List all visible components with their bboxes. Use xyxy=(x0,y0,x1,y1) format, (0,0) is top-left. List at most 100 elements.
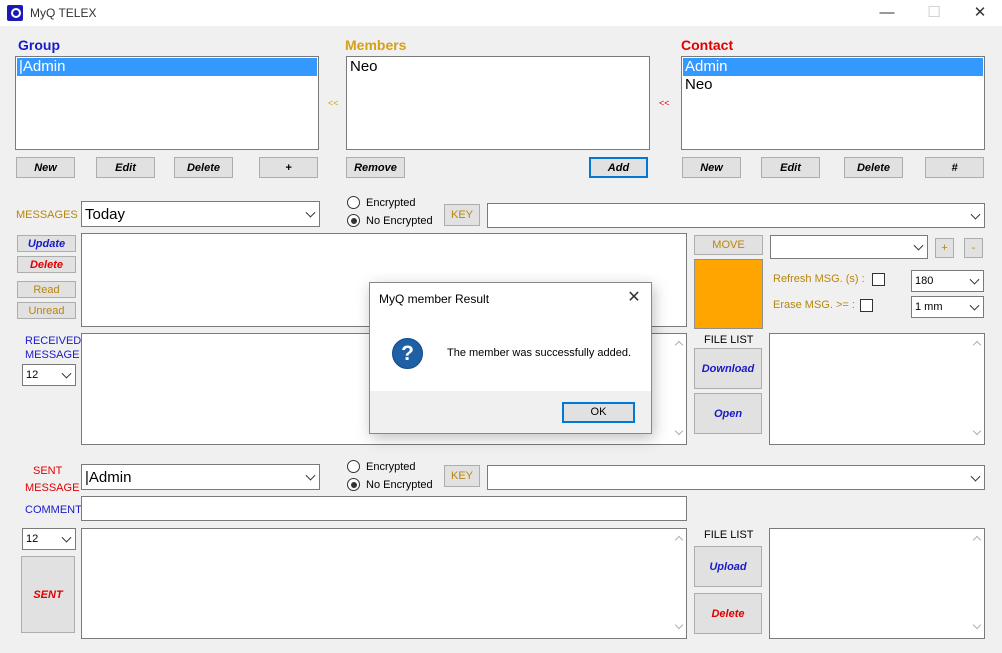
members-list[interactable]: Neo xyxy=(346,56,650,150)
radio-label: No Encrypted xyxy=(366,214,433,227)
messages-filter-select[interactable]: Today xyxy=(81,201,320,227)
contact-list[interactable]: Admin Neo xyxy=(681,56,985,150)
delete-file-button[interactable]: Delete xyxy=(694,593,762,634)
status-color-panel xyxy=(694,259,763,329)
radio-selected-icon xyxy=(347,478,360,491)
list-item[interactable]: Admin xyxy=(683,58,983,76)
sent-encrypted-radio[interactable]: Encrypted xyxy=(347,460,416,473)
radio-label: No Encrypted xyxy=(366,478,433,491)
send-button[interactable]: SENT xyxy=(21,556,75,633)
add-member-button[interactable]: Add xyxy=(589,157,648,178)
unread-button[interactable]: Unread xyxy=(17,302,76,319)
scroll-down-icon[interactable] xyxy=(972,426,982,436)
chevron-down-icon xyxy=(970,471,981,482)
delete-messages-button[interactable]: Delete xyxy=(17,256,76,273)
title-bar xyxy=(0,0,1002,26)
scroll-up-icon[interactable] xyxy=(972,340,982,350)
dialog-close-icon[interactable]: ✕ xyxy=(625,287,643,307)
received-font-size-value: 12 xyxy=(26,369,39,381)
group-plus-button[interactable]: + xyxy=(259,157,318,178)
result-dialog: MyQ member Result ✕ ? The member was suc… xyxy=(369,282,652,434)
erase-checkbox[interactable] xyxy=(860,299,873,312)
contact-hash-button[interactable]: # xyxy=(925,157,984,178)
received-file-list[interactable] xyxy=(769,333,985,445)
erase-label: Erase MSG. >= : xyxy=(773,299,855,311)
messages-filter-value: Today xyxy=(85,205,126,223)
chevron-down-icon xyxy=(970,209,981,220)
messages-label: MESSAGES xyxy=(16,209,78,221)
upload-button[interactable]: Upload xyxy=(694,546,762,587)
folder-add-button[interactable]: + xyxy=(935,238,954,258)
received-file-list-label: FILE LIST xyxy=(704,334,754,346)
folder-remove-button[interactable]: - xyxy=(964,238,983,258)
scroll-down-icon[interactable] xyxy=(674,426,684,436)
members-label: Members xyxy=(345,37,407,53)
dialog-footer: OK xyxy=(370,391,651,433)
close-button[interactable]: ✕ xyxy=(965,3,995,23)
messages-no-encrypted-radio[interactable]: No Encrypted xyxy=(347,214,433,227)
messages-encrypted-radio[interactable]: Encrypted xyxy=(347,196,416,209)
contact-delete-button[interactable]: Delete xyxy=(844,157,903,178)
erase-interval-select[interactable]: 1 mm xyxy=(911,296,984,318)
list-item[interactable]: Neo xyxy=(683,76,983,94)
scroll-up-icon[interactable] xyxy=(674,535,684,545)
move-button[interactable]: MOVE xyxy=(694,235,763,255)
move-folder-select[interactable] xyxy=(770,235,928,259)
scroll-up-icon[interactable] xyxy=(972,535,982,545)
radio-icon xyxy=(347,196,360,209)
sent-no-encrypted-radio[interactable]: No Encrypted xyxy=(347,478,433,491)
remove-member-button[interactable]: Remove xyxy=(346,157,405,178)
chevron-down-icon xyxy=(305,470,316,481)
read-button[interactable]: Read xyxy=(17,281,76,298)
scroll-up-icon[interactable] xyxy=(674,340,684,350)
sent-key-button[interactable]: KEY xyxy=(444,465,480,487)
refresh-interval-select[interactable]: 180 xyxy=(911,270,984,292)
messages-key-select[interactable] xyxy=(487,203,985,228)
received-label-line1: RECEIVED xyxy=(25,335,82,347)
chevron-down-icon xyxy=(305,207,316,218)
open-button[interactable]: Open xyxy=(694,393,762,434)
radio-icon xyxy=(347,460,360,473)
sent-key-select[interactable] xyxy=(487,465,985,490)
comment-input[interactable] xyxy=(81,496,687,521)
sent-file-list[interactable] xyxy=(769,528,985,639)
contact-new-button[interactable]: New xyxy=(682,157,741,178)
erase-interval-value: 1 mm xyxy=(915,301,943,313)
chevron-down-icon xyxy=(969,300,980,311)
refresh-interval-value: 180 xyxy=(915,275,934,287)
scroll-down-icon[interactable] xyxy=(674,620,684,630)
recipient-select[interactable]: |Admin xyxy=(81,464,320,490)
contact-label: Contact xyxy=(681,37,734,53)
contact-edit-button[interactable]: Edit xyxy=(761,157,820,178)
sent-message-text[interactable] xyxy=(81,528,687,639)
sent-font-size-value: 12 xyxy=(26,533,39,545)
radio-label: Encrypted xyxy=(366,460,416,473)
dialog-message: The member was successfully added. xyxy=(447,347,632,359)
maximize-button[interactable]: ☐ xyxy=(919,3,949,23)
group-edit-button[interactable]: Edit xyxy=(96,157,155,178)
question-icon: ? xyxy=(392,338,423,369)
group-delete-button[interactable]: Delete xyxy=(174,157,233,178)
messages-key-button[interactable]: KEY xyxy=(444,204,480,226)
group-new-button[interactable]: New xyxy=(16,157,75,178)
chevron-down-icon xyxy=(61,532,72,543)
download-button[interactable]: Download xyxy=(694,348,762,389)
minimize-button[interactable]: — xyxy=(872,3,902,23)
scroll-down-icon[interactable] xyxy=(972,620,982,630)
received-font-size-select[interactable]: 12 xyxy=(22,364,76,386)
update-button[interactable]: Update xyxy=(17,235,76,252)
chevron-down-icon xyxy=(913,240,924,251)
sent-label-line1: SENT xyxy=(33,465,63,477)
refresh-checkbox[interactable] xyxy=(872,273,885,286)
list-item[interactable]: Neo xyxy=(348,58,648,76)
group-list[interactable]: |Admin xyxy=(15,56,319,150)
comment-label: COMMENT xyxy=(25,504,82,516)
sent-font-size-select[interactable]: 12 xyxy=(22,528,76,550)
window-title: MyQ TELEX xyxy=(30,6,97,20)
dialog-ok-button[interactable]: OK xyxy=(562,402,635,423)
group-label: Group xyxy=(18,37,60,53)
recipient-value: |Admin xyxy=(85,468,132,486)
chevron-down-icon xyxy=(61,368,72,379)
radio-label: Encrypted xyxy=(366,196,416,209)
list-item[interactable]: |Admin xyxy=(17,58,317,76)
